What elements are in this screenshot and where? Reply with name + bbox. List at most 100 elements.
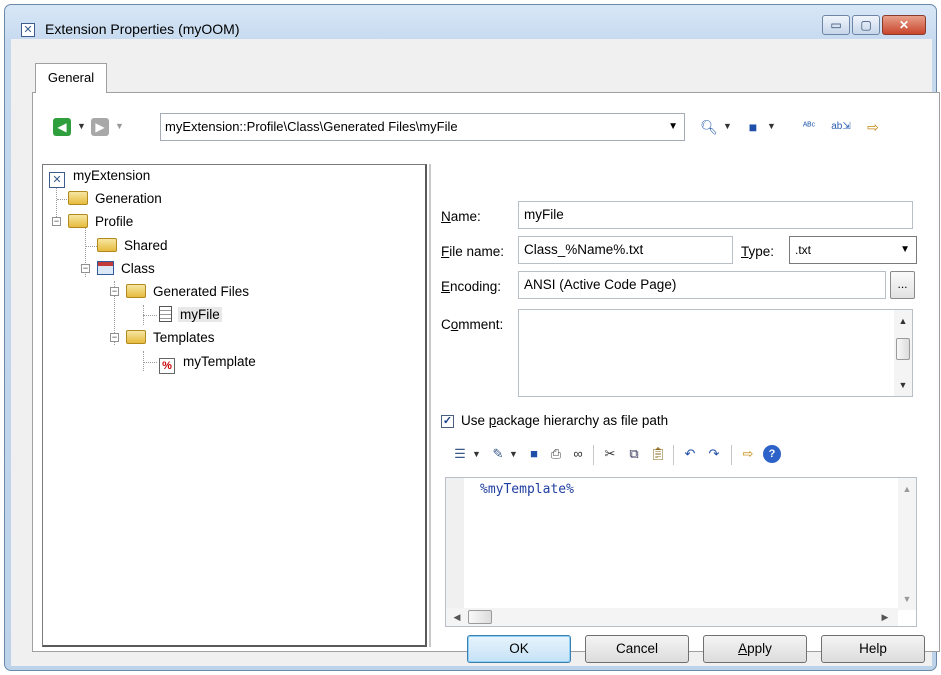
help-button[interactable]: Help <box>821 635 925 663</box>
tab-general[interactable]: General <box>35 63 107 93</box>
chevron-down-icon[interactable]: ▼ <box>668 114 678 140</box>
pane-splitter[interactable] <box>429 164 431 647</box>
name-field[interactable]: myFile <box>518 201 913 229</box>
scroll-thumb[interactable] <box>896 338 910 360</box>
edit-icon[interactable]: ✎ <box>489 445 507 463</box>
editor-toolbar: ☰ ▼ ✎ ▼ ■ ⎙ ∞ ✂ ⧉ 📋︎ ↶ ↷ ⇨ ? <box>451 443 921 467</box>
tree-node-myextension[interactable]: ✕ myExtension <box>49 165 152 188</box>
template-code[interactable]: %myTemplate% <box>480 482 574 497</box>
find-icon[interactable]: ∞ <box>569 445 587 463</box>
scroll-down-icon[interactable]: ▼ <box>898 590 916 608</box>
undo-icon[interactable]: ↶ <box>681 445 699 463</box>
properties-icon[interactable]: ☰ <box>451 445 469 463</box>
object-tree[interactable]: ✕ myExtension Generation − Profile Shared… <box>42 164 427 647</box>
replace-icon[interactable]: ab⇲ <box>831 117 851 137</box>
folder-icon <box>126 330 146 344</box>
spell-check-icon[interactable]: ᴬᴮᶜ <box>799 117 819 137</box>
edit-dropdown-arrow-icon[interactable]: ▼ <box>509 449 518 459</box>
general-tab-page: ◀ ▼ ▶ ▼ myExtension::Profile\Class\Gener… <box>32 92 940 652</box>
find-icon[interactable]: 🔍︎ <box>699 117 719 137</box>
type-select[interactable]: .txt ▼ <box>789 236 917 264</box>
scroll-thumb[interactable] <box>468 610 492 624</box>
properties-dropdown-arrow-icon[interactable]: ▼ <box>472 449 481 459</box>
collapse-toggle-icon[interactable]: − <box>110 333 119 342</box>
extension-properties-window: ✕ Extension Properties (myOOM) ▭ ▢ ✕ Gen… <box>4 4 940 671</box>
tree-node-generation[interactable]: Generation <box>68 188 164 210</box>
apply-button[interactable]: Apply <box>703 635 807 663</box>
tree-node-shared[interactable]: Shared <box>97 235 170 257</box>
tree-node-mytemplate[interactable]: % myTemplate <box>159 351 258 374</box>
object-path-combo[interactable]: myExtension::Profile\Class\Generated Fil… <box>160 113 685 141</box>
comment-scrollbar[interactable]: ▲ ▼ <box>894 310 912 396</box>
help-icon[interactable]: ? <box>763 445 781 463</box>
close-button[interactable]: ✕ <box>882 15 926 35</box>
encoding-browse-button[interactable]: ... <box>890 271 915 299</box>
editor-horizontal-scrollbar[interactable]: ◀ ▶ <box>446 608 898 626</box>
title-bar[interactable]: ✕ Extension Properties (myOOM) ▭ ▢ ✕ <box>5 5 936 37</box>
back-arrow-icon[interactable]: ◀ <box>53 118 71 136</box>
collapse-toggle-icon[interactable]: − <box>81 264 90 273</box>
scroll-down-icon[interactable]: ▼ <box>894 376 912 394</box>
back-dropdown-arrow-icon[interactable]: ▼ <box>77 121 86 131</box>
minimize-button[interactable]: ▭ <box>822 15 850 35</box>
folder-icon <box>97 238 117 252</box>
tree-node-templates[interactable]: Templates <box>126 327 217 349</box>
name-label: Name: <box>441 209 481 224</box>
encoding-field[interactable]: ANSI (Active Code Page) <box>518 271 886 299</box>
template-editor[interactable]: %myTemplate% ▲ ▼ ◀ ▶ <box>445 477 917 627</box>
tree-node-class[interactable]: Class <box>97 258 157 280</box>
ok-button[interactable]: OK <box>467 635 571 663</box>
extension-icon: ✕ <box>21 23 35 37</box>
cut-icon[interactable]: ✂ <box>601 445 619 463</box>
chevron-down-icon[interactable]: ▼ <box>900 237 910 263</box>
editor-gutter <box>446 478 464 626</box>
folder-icon <box>126 284 146 298</box>
forward-dropdown-arrow-icon[interactable]: ▼ <box>115 121 124 131</box>
tree-connector <box>143 351 144 371</box>
scroll-up-icon[interactable]: ▲ <box>894 312 912 330</box>
scroll-up-icon[interactable]: ▲ <box>898 480 916 498</box>
tree-connector <box>85 246 97 247</box>
use-package-label[interactable]: Use package hierarchy as file path <box>461 413 668 428</box>
save-icon[interactable]: ■ <box>525 445 543 463</box>
use-package-checkbox[interactable]: ✓ <box>441 415 454 428</box>
encoding-label: Encoding: <box>441 279 502 294</box>
save-icon[interactable]: ■ <box>743 117 763 137</box>
tree-node-generated-files[interactable]: Generated Files <box>126 281 251 303</box>
tree-node-myfile[interactable]: myFile <box>159 304 222 326</box>
insert-icon[interactable]: ⇨ <box>863 117 883 137</box>
file-name-field[interactable]: Class_%Name%.txt <box>518 236 733 264</box>
tree-connector <box>143 362 157 363</box>
editor-vertical-scrollbar[interactable]: ▲ ▼ <box>898 478 916 610</box>
paste-icon[interactable]: 📋︎ <box>649 445 667 463</box>
toolbar-separator <box>673 445 674 465</box>
file-name-label: File name: <box>441 244 505 259</box>
copy-icon[interactable]: ⧉ <box>625 445 643 463</box>
extension-icon: ✕ <box>49 172 65 188</box>
navigation-toolbar: ◀ ▼ ▶ ▼ myExtension::Profile\Class\Gener… <box>53 113 923 141</box>
scroll-right-icon[interactable]: ▶ <box>876 608 894 626</box>
print-icon[interactable]: ⎙ <box>547 445 565 463</box>
window-title: Extension Properties (myOOM) <box>45 21 240 37</box>
toolbar-separator <box>593 445 594 465</box>
insert-icon[interactable]: ⇨ <box>739 445 757 463</box>
file-icon <box>159 306 172 322</box>
save-dropdown-arrow-icon[interactable]: ▼ <box>767 121 776 131</box>
redo-icon[interactable]: ↷ <box>705 445 723 463</box>
scroll-left-icon[interactable]: ◀ <box>448 608 466 626</box>
comment-textarea[interactable]: ▲ ▼ <box>518 309 913 397</box>
toolbar-separator <box>731 445 732 465</box>
object-path-text: myExtension::Profile\Class\Generated Fil… <box>165 119 458 134</box>
maximize-button[interactable]: ▢ <box>852 15 880 35</box>
tree-connector <box>143 315 157 316</box>
collapse-toggle-icon[interactable]: − <box>110 287 119 296</box>
tree-node-profile[interactable]: Profile <box>68 211 135 233</box>
folder-icon <box>68 191 88 205</box>
type-label: Type: <box>741 244 775 259</box>
cancel-button[interactable]: Cancel <box>585 635 689 663</box>
collapse-toggle-icon[interactable]: − <box>52 217 61 226</box>
class-icon <box>97 261 114 275</box>
caption-buttons: ▭ ▢ ✕ <box>822 15 926 35</box>
forward-arrow-icon[interactable]: ▶ <box>91 118 109 136</box>
find-dropdown-arrow-icon[interactable]: ▼ <box>723 121 732 131</box>
